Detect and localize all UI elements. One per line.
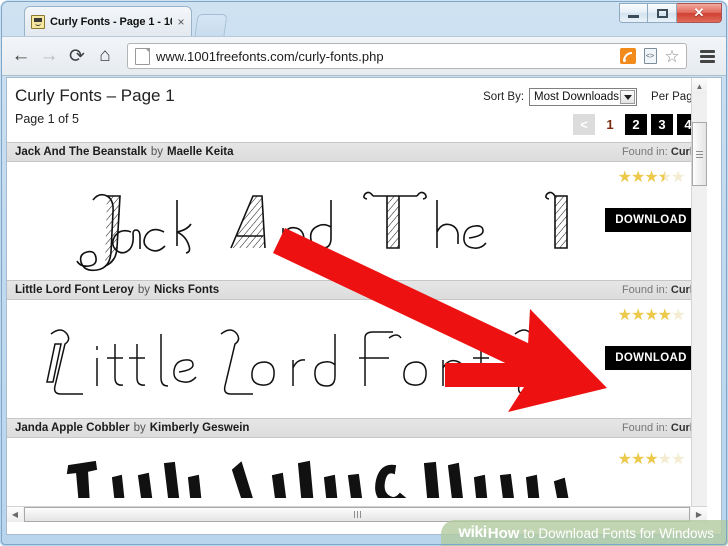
- font-list-item: Little Lord Font Leroy by Nicks Fonts Fo…: [7, 280, 707, 418]
- page-info-icon: [135, 47, 150, 65]
- font-preview-area: ★ ★ ★ ★ ★ DOWNLOAD: [7, 162, 707, 280]
- download-button[interactable]: DOWNLOAD: [605, 346, 697, 370]
- address-bar[interactable]: www.1001freefonts.com/curly-fonts.php <>…: [127, 43, 687, 69]
- browser-window: Curly Fonts - Page 1 - 100 × ✕ ← → ⟳ ⌂ w…: [0, 0, 728, 546]
- star-filled: ★: [617, 451, 632, 468]
- font-preview-area: ★ ★ ★ ★ ★: [7, 438, 707, 498]
- reload-icon[interactable]: ⟳: [63, 42, 91, 70]
- download-button[interactable]: DOWNLOAD: [605, 208, 697, 232]
- pagination-prev[interactable]: <: [573, 114, 595, 135]
- font-name[interactable]: Jack And The Beanstalk: [15, 146, 147, 158]
- wikihow-watermark: wiki How to Download Fonts for Windows: [440, 520, 728, 546]
- sort-controls: Sort By: Most Downloads Per Page: [483, 88, 699, 106]
- web-page: Curly Fonts – Page 1 Page 1 of 5 Sort By…: [7, 78, 707, 522]
- star-filled: ★: [630, 169, 645, 186]
- maximize-button[interactable]: [648, 3, 677, 23]
- by-label: by: [133, 422, 146, 434]
- star-filled: ★: [644, 451, 658, 468]
- font-list-item: Jack And The Beanstalk by Maelle Keita F…: [7, 142, 707, 280]
- star-half: ★: [657, 169, 672, 186]
- tab-title: Curly Fonts - Page 1 - 100: [50, 15, 172, 28]
- font-preview-image: [76, 191, 568, 272]
- rating-stars: ★ ★ ★ ★ ★: [617, 451, 686, 468]
- star-empty: ★: [657, 451, 672, 468]
- font-author[interactable]: Maelle Keita: [167, 146, 233, 158]
- url-text: www.1001freefonts.com/curly-fonts.php: [156, 48, 384, 64]
- back-icon[interactable]: ←: [7, 42, 35, 70]
- minimize-icon: [628, 15, 639, 18]
- star-filled: ★: [630, 307, 645, 324]
- found-in-label: Found in: Curly: [621, 146, 699, 158]
- pagination-page-3[interactable]: 3: [651, 114, 673, 135]
- by-label: by: [137, 284, 150, 296]
- tab-close-icon[interactable]: ×: [175, 16, 187, 28]
- site-favicon-icon: [31, 14, 45, 29]
- new-tab-button[interactable]: [194, 14, 228, 36]
- translate-icon[interactable]: <>: [640, 46, 660, 66]
- star-filled: ★: [617, 307, 632, 324]
- star-filled: ★: [657, 307, 672, 324]
- font-name[interactable]: Little Lord Font Leroy: [15, 284, 134, 296]
- window-controls: ✕: [619, 3, 722, 23]
- star-empty: ★: [671, 169, 685, 186]
- font-actions: ★ ★ ★ ★ ★ DOWNLOAD: [603, 170, 699, 232]
- scroll-up-icon[interactable]: ▲: [692, 78, 707, 94]
- chevron-down-icon[interactable]: [620, 90, 636, 104]
- font-actions: ★ ★ ★ ★ ★: [603, 452, 699, 490]
- browser-toolbar: ← → ⟳ ⌂ www.1001freefonts.com/curly-font…: [1, 36, 727, 76]
- font-row-header: Jack And The Beanstalk by Maelle Keita F…: [7, 142, 707, 162]
- sort-by-select[interactable]: Most Downloads: [529, 88, 638, 106]
- watermark-wiki: wiki: [458, 524, 488, 541]
- rating-stars: ★ ★ ★ ★ ★: [617, 307, 686, 324]
- font-author[interactable]: Nicks Fonts: [154, 284, 219, 296]
- star-filled: ★: [617, 169, 632, 186]
- maximize-icon: [656, 8, 668, 18]
- font-name[interactable]: Janda Apple Cobbler: [15, 422, 130, 434]
- found-in-label: Found in: Curly: [621, 284, 699, 296]
- font-preview-image: [66, 460, 569, 498]
- font-list-item: Janda Apple Cobbler by Kimberly Geswein …: [7, 418, 707, 498]
- rating-stars: ★ ★ ★ ★ ★: [617, 169, 686, 186]
- vertical-scrollbar[interactable]: ▲ ▼: [691, 78, 707, 522]
- minimize-button[interactable]: [619, 3, 648, 23]
- font-row-header: Little Lord Font Leroy by Nicks Fonts Fo…: [7, 280, 707, 300]
- star-empty: ★: [671, 307, 685, 324]
- font-preview-area: ★ ★ ★ ★ ★ DOWNLOAD: [7, 300, 707, 418]
- close-window-button[interactable]: ✕: [677, 3, 722, 23]
- bookmark-star-icon[interactable]: ☆: [662, 46, 682, 66]
- page-header: Curly Fonts – Page 1 Page 1 of 5 Sort By…: [7, 78, 707, 142]
- star-filled: ★: [644, 169, 658, 186]
- watermark-text: to Download Fonts for Windows: [523, 525, 714, 541]
- font-preview-image: [46, 329, 547, 395]
- star-filled: ★: [630, 451, 645, 468]
- pagination: < 1 2 3 4: [573, 114, 699, 135]
- pagination-page-2[interactable]: 2: [625, 114, 647, 135]
- tab-strip: Curly Fonts - Page 1 - 100 × ✕: [0, 0, 728, 36]
- pagination-page-1[interactable]: 1: [599, 114, 621, 135]
- font-author[interactable]: Kimberly Geswein: [150, 422, 250, 434]
- star-empty: ★: [671, 451, 685, 468]
- chrome-menu-icon[interactable]: [693, 42, 721, 70]
- home-icon[interactable]: ⌂: [91, 42, 119, 70]
- scroll-left-icon[interactable]: ◀: [7, 507, 23, 522]
- font-actions: ★ ★ ★ ★ ★ DOWNLOAD: [603, 308, 699, 370]
- vertical-scroll-thumb[interactable]: [692, 122, 707, 186]
- page-viewport: Curly Fonts – Page 1 Page 1 of 5 Sort By…: [6, 77, 722, 535]
- sort-by-label: Sort By:: [483, 91, 525, 103]
- found-in-label: Found in: Curly: [621, 422, 699, 434]
- watermark-how: How: [487, 524, 520, 542]
- star-filled: ★: [644, 307, 658, 324]
- rss-icon[interactable]: [618, 46, 638, 66]
- font-row-header: Janda Apple Cobbler by Kimberly Geswein …: [7, 418, 707, 438]
- browser-tab[interactable]: Curly Fonts - Page 1 - 100 ×: [24, 6, 192, 36]
- forward-icon[interactable]: →: [35, 42, 63, 70]
- by-label: by: [150, 146, 164, 158]
- sort-by-value: Most Downloads: [534, 91, 620, 103]
